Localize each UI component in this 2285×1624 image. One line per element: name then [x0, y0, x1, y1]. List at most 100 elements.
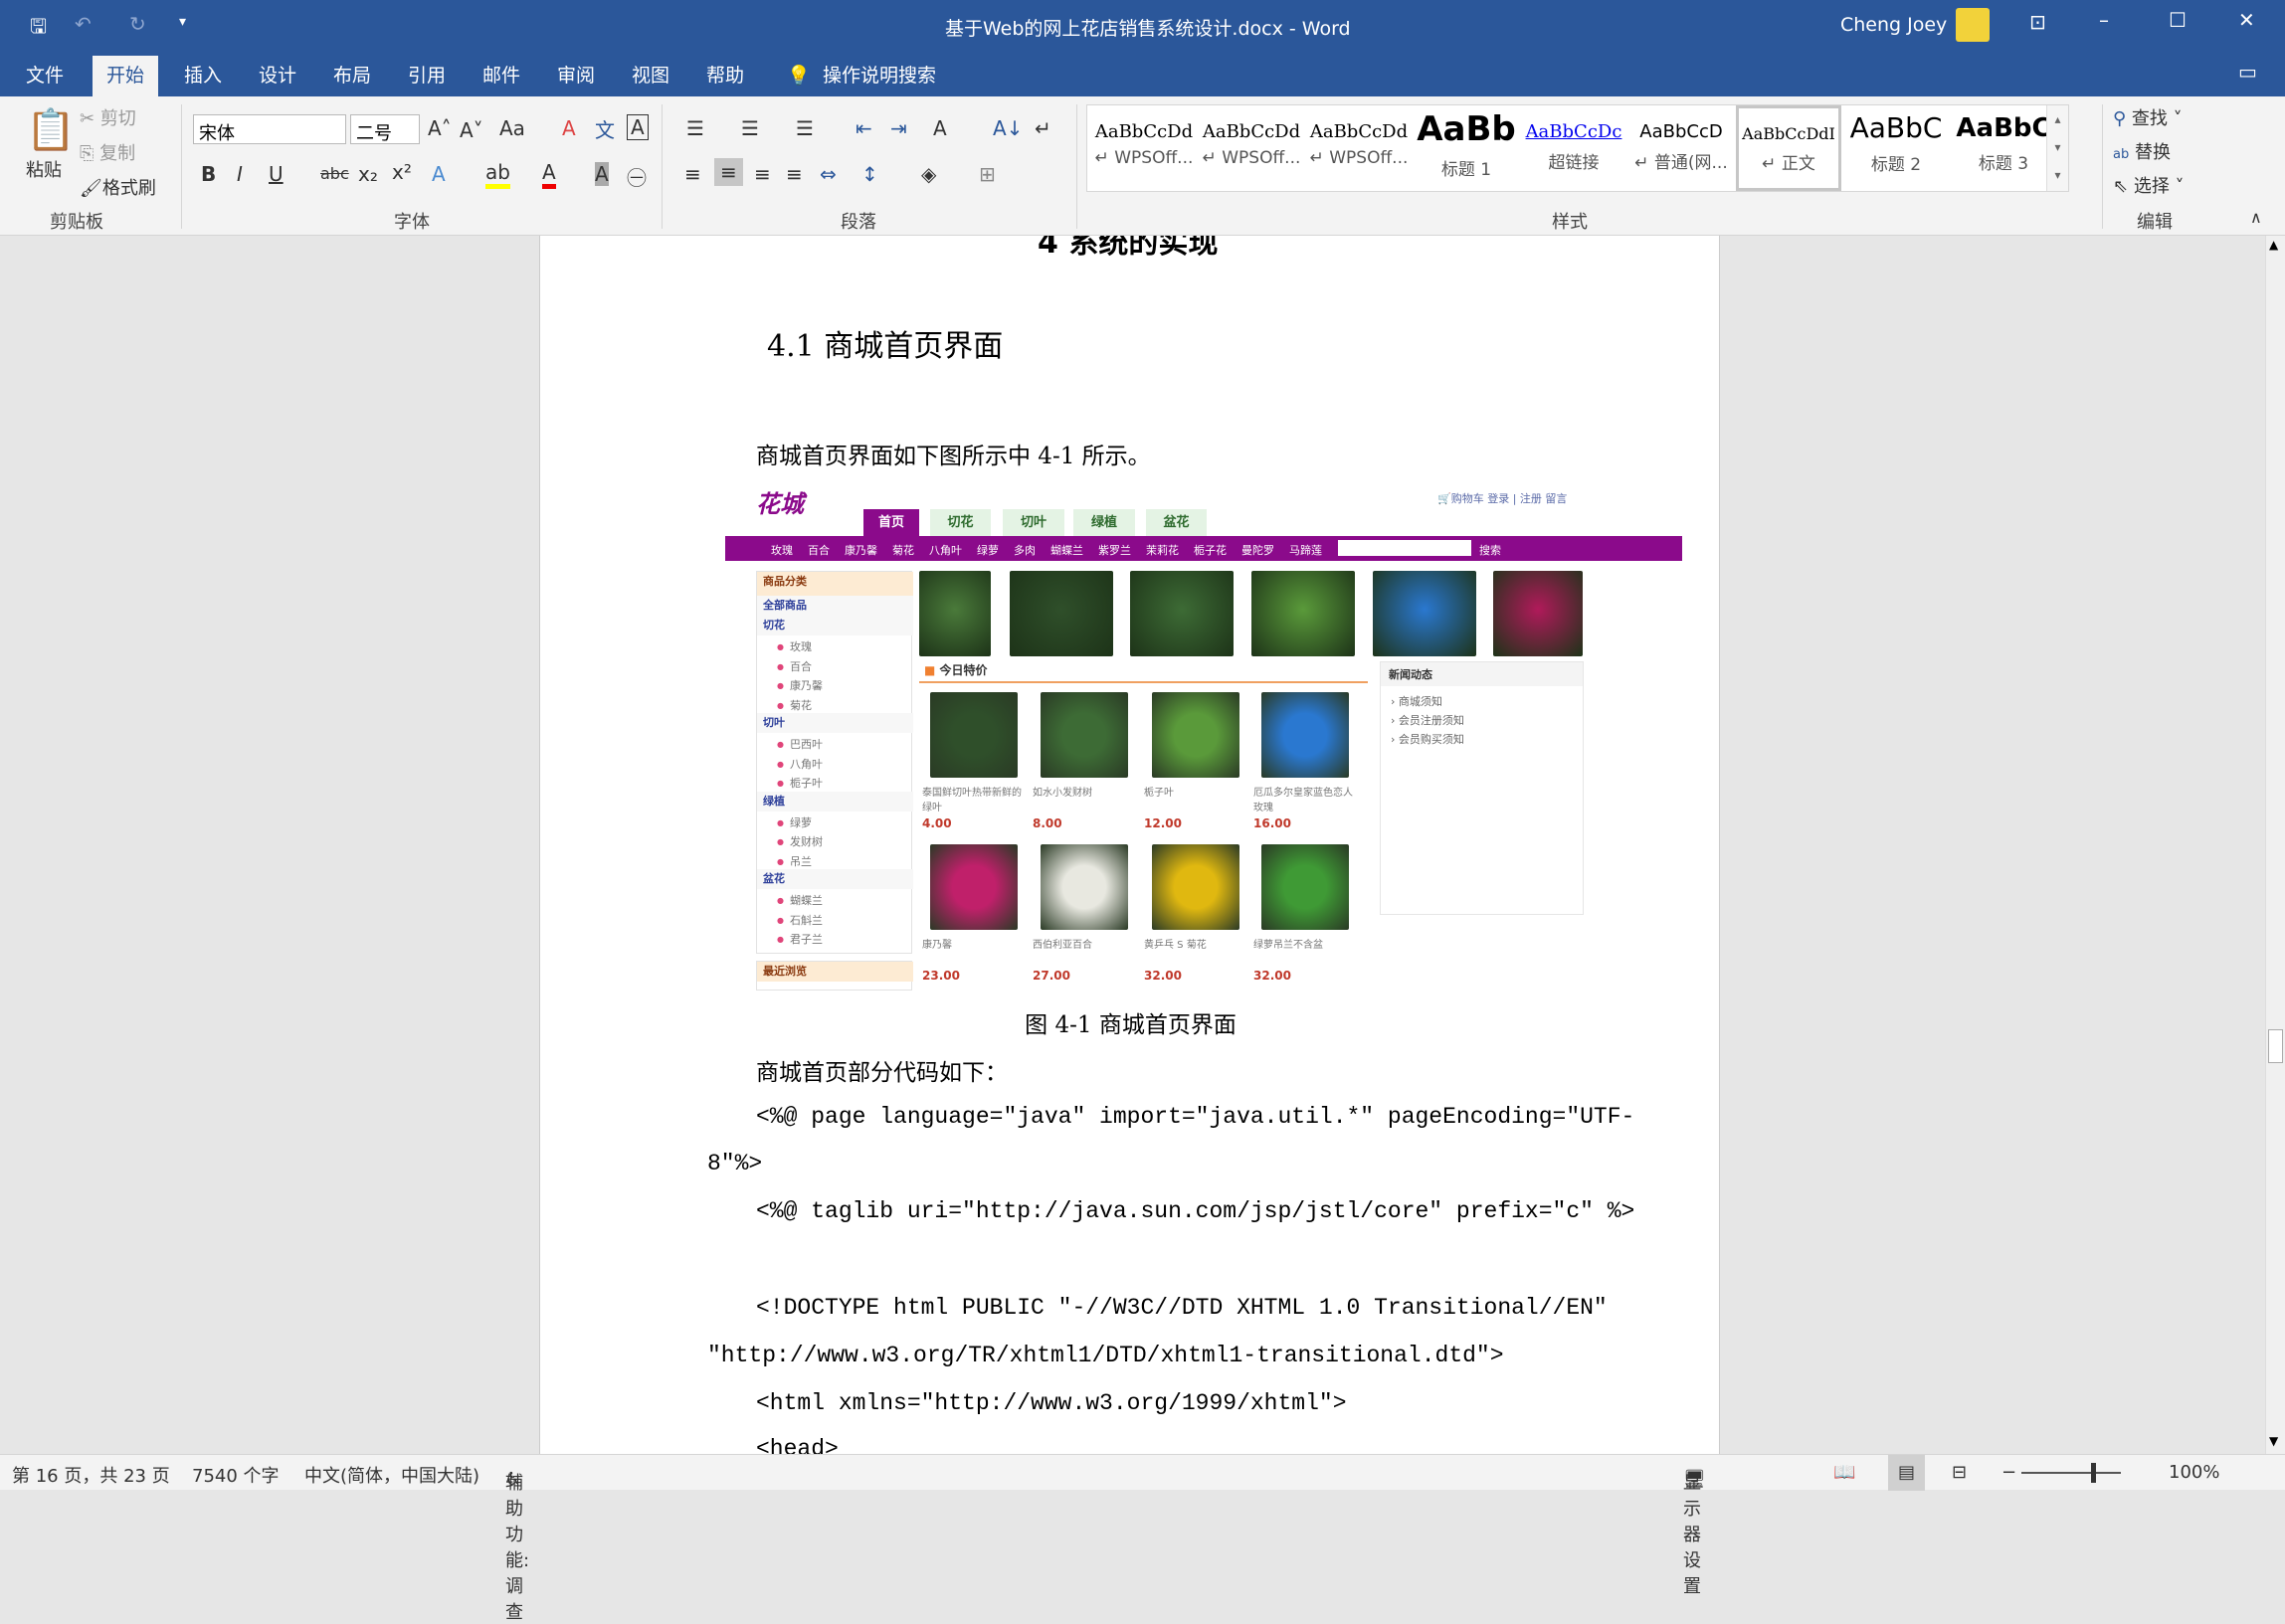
site-nav-item[interactable]: 栀子花	[1194, 542, 1227, 558]
find-button[interactable]: ⚲ 查找 ˅	[2113, 104, 2183, 130]
shading-icon[interactable]: ◈	[921, 162, 936, 186]
site-nav-item[interactable]: 菊花	[892, 542, 914, 558]
cut-button[interactable]: ✂ 剪切	[80, 104, 136, 130]
character-border-icon[interactable]: A	[627, 114, 649, 140]
paste-button[interactable]: 粘贴	[26, 156, 62, 182]
minimize-icon[interactable]: –	[2099, 8, 2109, 32]
scroll-up-icon[interactable]: ▲	[2269, 238, 2278, 252]
site-nav-item[interactable]: 绿萝	[977, 542, 999, 558]
style-wpsoffice-3[interactable]: AaBbCcDd ↵ WPSOff...	[1306, 105, 1412, 191]
bold-icon[interactable]: B	[201, 162, 216, 186]
scroll-thumb[interactable]	[2268, 1029, 2283, 1063]
user-name[interactable]: Cheng Joey	[1840, 14, 1947, 36]
sidebar-item[interactable]: 吊兰	[777, 853, 812, 869]
sidebar-category[interactable]: 盆花	[757, 869, 913, 889]
product-image[interactable]	[1041, 692, 1128, 778]
product-name[interactable]: 泰国鲜切叶热带新鲜的绿叶	[922, 786, 1022, 815]
product-name[interactable]: 栀子叶	[1144, 786, 1243, 801]
sidebar-item[interactable]: 巴西叶	[777, 736, 823, 752]
tab-help[interactable]: 帮助	[692, 56, 758, 96]
tell-me-search[interactable]: 💡 操作说明搜索	[781, 56, 950, 96]
product-name[interactable]: 绿萝吊兰不含盆	[1253, 938, 1353, 953]
strikethrough-icon[interactable]: abc	[320, 164, 349, 183]
underline-icon[interactable]: U	[269, 162, 284, 186]
zoom-slider-thumb[interactable]	[2091, 1463, 2096, 1483]
style-heading-2[interactable]: AaBbC 标题 2	[1843, 105, 1949, 191]
product-image[interactable]	[930, 692, 1018, 778]
product-name[interactable]: 康乃馨	[922, 938, 1022, 953]
site-nav-item[interactable]: 曼陀罗	[1241, 542, 1274, 558]
vertical-scrollbar[interactable]: ▲ ▼	[2265, 236, 2285, 1454]
product-image[interactable]	[930, 844, 1018, 930]
style-wpsoffice-1[interactable]: AaBbCcDd ↵ WPSOff...	[1091, 105, 1197, 191]
sidebar-item[interactable]: 栀子叶	[777, 775, 823, 791]
save-icon[interactable]: 🖫	[30, 12, 47, 46]
customize-toolbar-icon[interactable]: ▾	[179, 14, 186, 30]
enclose-characters-icon[interactable]: ㊀	[627, 162, 647, 191]
bullets-icon[interactable]: ☰	[686, 116, 704, 140]
sort-icon[interactable]: A↓	[993, 116, 1023, 140]
ribbon-display-options-icon[interactable]: ⊡	[2029, 10, 2046, 34]
product-name[interactable]: 西伯利亚百合	[1033, 938, 1132, 953]
tab-review[interactable]: 审阅	[543, 56, 609, 96]
product-image[interactable]	[1261, 844, 1349, 930]
show-marks-icon[interactable]: ↵	[1035, 116, 1051, 140]
language[interactable]: 中文(简体，中国大陆)	[304, 1462, 479, 1488]
style-normal-web[interactable]: AaBbCcD ↵ 普通(网...	[1628, 105, 1734, 191]
site-tab-cut-flowers[interactable]: 切花	[930, 509, 991, 536]
sidebar-item[interactable]: 石斛兰	[777, 912, 823, 928]
banner-image[interactable]	[1130, 571, 1234, 656]
message-link[interactable]: 留言	[1545, 492, 1567, 505]
page-count[interactable]: 第 16 页，共 23 页	[12, 1462, 170, 1488]
banner-image[interactable]	[1010, 571, 1113, 656]
banner-image[interactable]	[1251, 571, 1355, 656]
borders-icon[interactable]: ⊞	[979, 162, 996, 186]
sidebar-category[interactable]: 切叶	[757, 713, 913, 733]
change-case-icon[interactable]: Aa	[499, 116, 525, 140]
sidebar-item[interactable]: 蝴蝶兰	[777, 892, 823, 908]
word-count[interactable]: 7540 个字	[192, 1462, 280, 1488]
product-name[interactable]: 如水小发财树	[1033, 786, 1132, 801]
format-painter-button[interactable]: 🖌格式刷	[80, 174, 156, 200]
align-right-icon[interactable]: ≡	[754, 162, 771, 186]
style-wpsoffice-2[interactable]: AaBbCcDd ↵ WPSOff...	[1199, 105, 1304, 191]
close-icon[interactable]: ✕	[2238, 8, 2255, 32]
sidebar-item[interactable]: 玫瑰	[777, 638, 812, 654]
comments-icon[interactable]: ▭	[2238, 60, 2257, 84]
tab-insert[interactable]: 插入	[170, 56, 236, 96]
product-image[interactable]	[1041, 844, 1128, 930]
decrease-indent-icon[interactable]: ⇤	[856, 116, 872, 140]
site-nav-item[interactable]: 八角叶	[929, 542, 962, 558]
sidebar-item[interactable]: 八角叶	[777, 756, 823, 772]
sidebar-category[interactable]: 切花	[757, 616, 913, 635]
site-search-input[interactable]	[1338, 540, 1471, 556]
site-tab-potted[interactable]: 盆花	[1146, 509, 1207, 536]
sidebar-item[interactable]: 绿萝	[777, 814, 812, 830]
copy-button[interactable]: ⎘ 复制	[80, 139, 135, 165]
site-nav-item[interactable]: 茉莉花	[1146, 542, 1179, 558]
phonetic-guide-icon[interactable]: 文	[595, 114, 615, 143]
tab-references[interactable]: 引用	[394, 56, 460, 96]
product-image[interactable]	[1261, 692, 1349, 778]
tab-layout[interactable]: 布局	[319, 56, 385, 96]
increase-indent-icon[interactable]: ⇥	[890, 116, 907, 140]
collapse-ribbon-icon[interactable]: ∧	[2250, 208, 2262, 227]
login-link[interactable]: 登录	[1487, 492, 1509, 505]
subscript-icon[interactable]: x₂	[358, 162, 378, 186]
sidebar-item[interactable]: 百合	[777, 658, 812, 674]
news-item[interactable]: › 商城须知	[1391, 692, 1573, 711]
sidebar-item[interactable]: 君子兰	[777, 931, 823, 947]
grow-font-icon[interactable]: A˄	[428, 116, 452, 140]
redo-icon[interactable]: ↻	[129, 12, 146, 36]
site-nav-item[interactable]: 百合	[808, 542, 830, 558]
scroll-down-icon[interactable]: ▼	[2269, 1434, 2278, 1448]
product-image[interactable]	[1152, 692, 1239, 778]
sidebar-item[interactable]: 菊花	[777, 697, 812, 713]
sidebar-all[interactable]: 全部商品	[757, 596, 913, 616]
style-heading-1[interactable]: AaBb 标题 1	[1414, 105, 1519, 191]
site-nav-item[interactable]: 紫罗兰	[1098, 542, 1131, 558]
styles-scroll[interactable]: ▴ ▾ ▾	[2046, 105, 2068, 191]
product-name[interactable]: 黄乒乓 S 菊花	[1144, 938, 1243, 953]
superscript-icon[interactable]: x²	[392, 160, 412, 184]
document-page[interactable]: 4 系统的实现 4.1 商城首页界面 商城首页界面如下图所示中 4-1 所示。 …	[539, 236, 1720, 1454]
